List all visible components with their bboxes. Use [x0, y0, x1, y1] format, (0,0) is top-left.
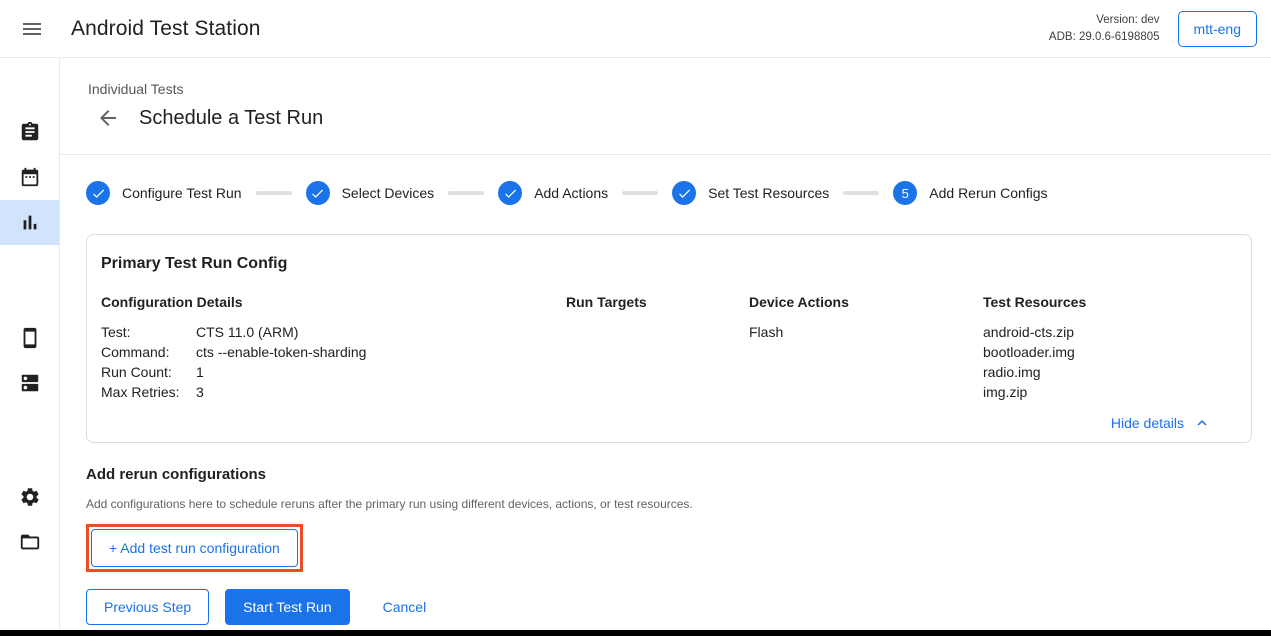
config-row: Max Retries: 3 [101, 382, 566, 402]
test-resource-item: bootloader.img [983, 342, 1235, 362]
gear-icon [19, 486, 41, 508]
step-complete-circle [306, 181, 330, 205]
check-icon [91, 186, 106, 201]
footer-actions: Previous Step Start Test Run Cancel [86, 589, 1271, 625]
breadcrumb: Individual Tests [88, 81, 1271, 97]
config-value: 1 [196, 362, 204, 382]
config-row: Command: cts --enable-token-sharding [101, 342, 566, 362]
version-info: Version: dev ADB: 29.0.6-6198805 [1049, 12, 1160, 45]
rerun-section: Add rerun configurations Add configurati… [86, 466, 1271, 572]
sidebar-item-test-runs[interactable] [0, 200, 59, 245]
column-header: Run Targets [566, 294, 749, 310]
config-row: Run Count: 1 [101, 362, 566, 382]
account-button[interactable]: mtt-eng [1178, 11, 1257, 47]
config-label: Test: [101, 322, 196, 342]
annotation-highlight-box: + Add test run configuration [86, 524, 303, 572]
storage-icon [19, 372, 41, 394]
step-connector [622, 191, 658, 195]
cancel-button[interactable]: Cancel [377, 598, 433, 616]
step-set-test-resources[interactable]: Set Test Resources [672, 181, 829, 205]
step-configure-test-run[interactable]: Configure Test Run [86, 181, 242, 205]
folder-icon [19, 531, 41, 553]
test-resources-column: Test Resources android-cts.zip bootloade… [983, 294, 1235, 402]
step-connector [256, 191, 292, 195]
step-connector [843, 191, 879, 195]
add-test-run-configuration-button[interactable]: + Add test run configuration [91, 529, 298, 567]
chevron-up-icon [1184, 414, 1211, 432]
column-header: Test Resources [983, 294, 1235, 310]
config-value: cts --enable-token-sharding [196, 342, 366, 362]
sidebar-item-test-plans[interactable] [0, 154, 59, 199]
run-targets-column: Run Targets [566, 294, 749, 402]
test-resource-item: android-cts.zip [983, 322, 1235, 342]
start-test-run-button[interactable]: Start Test Run [225, 589, 349, 625]
step-select-devices[interactable]: Select Devices [306, 181, 435, 205]
rerun-description: Add configurations here to schedule reru… [86, 497, 1271, 511]
page-title: Schedule a Test Run [139, 107, 323, 130]
rerun-heading: Add rerun configurations [86, 466, 1271, 483]
version-line: Version: dev [1049, 12, 1160, 29]
sidebar-item-devices[interactable] [0, 315, 59, 360]
config-value: 3 [196, 382, 204, 402]
step-add-actions[interactable]: Add Actions [498, 181, 608, 205]
device-actions-column: Device Actions Flash [749, 294, 983, 402]
hide-details-label: Hide details [1111, 415, 1184, 431]
config-details-column: Configuration Details Test: CTS 11.0 (AR… [101, 294, 566, 402]
step-add-rerun-configs[interactable]: 5 Add Rerun Configs [893, 181, 1047, 205]
column-header: Device Actions [749, 294, 983, 310]
sidebar-item-file-browser[interactable] [0, 519, 59, 564]
step-label: Set Test Resources [708, 185, 829, 201]
main-content: Individual Tests Schedule a Test Run Con… [60, 58, 1271, 630]
column-header: Configuration Details [101, 294, 566, 310]
config-label: Command: [101, 342, 196, 362]
config-value: CTS 11.0 (ARM) [196, 322, 298, 342]
sidebar-item-settings[interactable] [0, 474, 59, 519]
bar-chart-icon [19, 212, 41, 234]
sidebar-item-tests[interactable] [0, 109, 59, 154]
step-complete-circle [672, 181, 696, 205]
step-label: Add Rerun Configs [929, 185, 1047, 201]
test-resource-item: img.zip [983, 382, 1235, 402]
calendar-icon [19, 166, 41, 188]
primary-config-card: Primary Test Run Config Configuration De… [86, 234, 1252, 443]
stepper: Configure Test Run Select Devices Add Ac… [86, 181, 1271, 205]
adb-version-line: ADB: 29.0.6-6198805 [1049, 29, 1160, 46]
hide-details-link[interactable]: Hide details [1111, 414, 1211, 432]
config-label: Max Retries: [101, 382, 196, 402]
step-label: Select Devices [342, 185, 435, 201]
test-resource-item: radio.img [983, 362, 1235, 382]
config-row: Test: CTS 11.0 (ARM) [101, 322, 566, 342]
clipboard-icon [19, 121, 41, 143]
config-label: Run Count: [101, 362, 196, 382]
bottom-black-bar [0, 630, 1271, 636]
menu-icon[interactable] [20, 17, 44, 41]
step-label: Configure Test Run [122, 185, 242, 201]
device-action-item: Flash [749, 322, 983, 342]
step-active-circle: 5 [893, 181, 917, 205]
step-label: Add Actions [534, 185, 608, 201]
page-header: Individual Tests Schedule a Test Run [60, 58, 1271, 155]
side-navigation [0, 58, 60, 630]
smartphone-icon [19, 327, 41, 349]
step-complete-circle [86, 181, 110, 205]
step-complete-circle [498, 181, 522, 205]
back-arrow-icon[interactable] [96, 106, 120, 130]
card-title: Primary Test Run Config [101, 255, 1235, 273]
check-icon [677, 186, 692, 201]
previous-step-button[interactable]: Previous Step [86, 589, 209, 625]
check-icon [503, 186, 518, 201]
sidebar-item-device-actions[interactable] [0, 360, 59, 405]
step-connector [448, 191, 484, 195]
app-title: Android Test Station [71, 17, 261, 41]
check-icon [310, 186, 325, 201]
app-bar: Android Test Station Version: dev ADB: 2… [0, 0, 1271, 58]
